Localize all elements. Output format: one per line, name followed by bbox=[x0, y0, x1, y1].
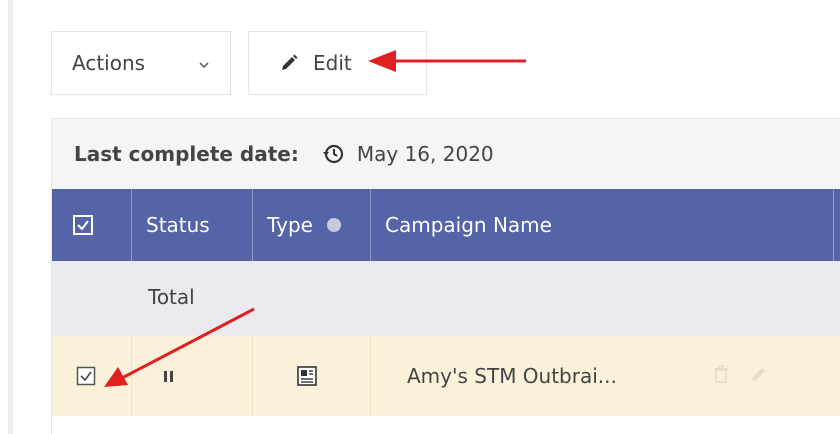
select-all-checkbox[interactable] bbox=[52, 189, 132, 261]
left-border bbox=[8, 0, 13, 434]
actions-dropdown[interactable]: Actions bbox=[51, 31, 231, 95]
type-cell bbox=[253, 336, 371, 416]
column-header-type[interactable]: Type bbox=[253, 189, 371, 261]
last-complete-date-bar: Last complete date: May 16, 2020 bbox=[52, 119, 840, 189]
total-label: Total bbox=[148, 285, 195, 309]
edit-label: Edit bbox=[313, 51, 352, 75]
table-header: Status Type Campaign Name bbox=[52, 189, 840, 261]
edit-button[interactable]: Edit bbox=[248, 31, 427, 95]
pause-icon[interactable] bbox=[164, 370, 173, 382]
checkbox-checked-icon bbox=[73, 215, 93, 235]
campaign-table-panel: Last complete date: May 16, 2020 Status … bbox=[51, 118, 840, 434]
info-icon[interactable] bbox=[326, 218, 341, 232]
pencil-icon bbox=[282, 54, 298, 70]
actions-label: Actions bbox=[72, 51, 146, 75]
date-label: Last complete date: bbox=[74, 142, 299, 166]
date-value: May 16, 2020 bbox=[356, 142, 494, 166]
column-header-status[interactable]: Status bbox=[132, 189, 253, 261]
checkbox-checked-icon bbox=[76, 366, 96, 386]
pencil-icon[interactable] bbox=[749, 364, 769, 384]
table-row[interactable]: Amy's STM Outbrai... bbox=[52, 336, 840, 416]
column-label: Type bbox=[267, 213, 313, 237]
history-icon bbox=[322, 144, 343, 164]
campaign-name-cell[interactable]: Amy's STM Outbrai... bbox=[371, 336, 840, 416]
status-cell[interactable] bbox=[132, 336, 253, 416]
chevron-down-icon bbox=[199, 62, 209, 69]
column-header-campaign-name[interactable]: Campaign Name bbox=[371, 189, 834, 261]
campaign-name[interactable]: Amy's STM Outbrai... bbox=[407, 364, 617, 388]
column-label: Status bbox=[146, 213, 210, 237]
column-label: Campaign Name bbox=[385, 213, 552, 237]
row-checkbox[interactable] bbox=[52, 336, 132, 416]
native-ad-icon bbox=[297, 366, 317, 386]
trash-icon[interactable] bbox=[711, 364, 731, 384]
row-actions bbox=[711, 364, 769, 384]
total-row: Total bbox=[52, 261, 840, 336]
